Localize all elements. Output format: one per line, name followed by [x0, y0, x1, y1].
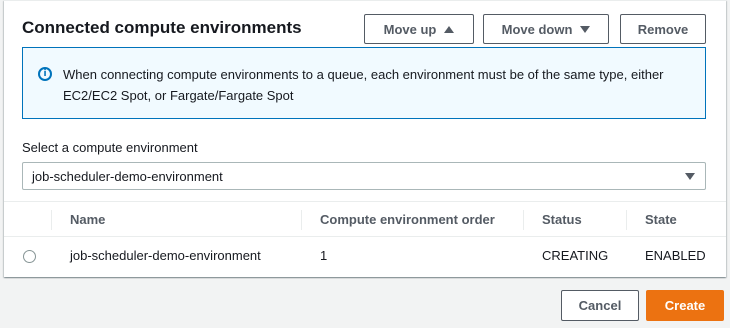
move-down-button[interactable]: Move down: [483, 14, 609, 44]
info-alert: i When connecting compute environments t…: [22, 47, 706, 119]
info-alert-text: When connecting compute environments to …: [63, 67, 664, 103]
cancel-label: Cancel: [578, 298, 622, 313]
select-value: job-scheduler-demo-environment: [32, 169, 223, 184]
create-button[interactable]: Create: [646, 290, 724, 321]
move-down-label: Move down: [501, 21, 573, 37]
move-up-button[interactable]: Move up: [364, 14, 474, 44]
caret-down-icon: [580, 25, 591, 33]
column-separator: [51, 210, 52, 230]
row-select-radio[interactable]: [23, 250, 36, 263]
column-header-status[interactable]: Status: [542, 212, 582, 227]
column-header-name[interactable]: Name: [70, 212, 105, 227]
compute-environments-table: Name Compute environment order Status St…: [4, 201, 726, 275]
remove-label: Remove: [637, 21, 689, 37]
panel-title: Connected compute environments: [22, 18, 302, 37]
select-compute-environment-label: Select a compute environment: [22, 140, 198, 155]
row-order: 1: [320, 248, 328, 263]
table-header: Name Compute environment order Status St…: [4, 201, 726, 237]
row-name: job-scheduler-demo-environment: [70, 248, 261, 263]
column-separator: [523, 210, 524, 230]
cancel-button[interactable]: Cancel: [561, 290, 639, 321]
column-separator: [301, 210, 302, 230]
row-status: CREATING: [542, 248, 609, 263]
caret-up-icon: [444, 25, 455, 33]
remove-button[interactable]: Remove: [620, 14, 706, 44]
compute-environment-select[interactable]: job-scheduler-demo-environment: [22, 162, 706, 190]
column-header-order[interactable]: Compute environment order: [320, 212, 495, 227]
create-label: Create: [664, 298, 706, 313]
move-up-label: Move up: [383, 21, 437, 37]
info-icon: i: [38, 67, 52, 81]
dropdown-caret-icon: [685, 173, 695, 180]
column-header-state[interactable]: State: [645, 212, 677, 227]
connected-compute-environments-panel: Connected compute environments Move up M…: [4, 0, 726, 277]
column-separator: [626, 210, 627, 230]
row-state: ENABLED: [645, 248, 706, 263]
table-row[interactable]: job-scheduler-demo-environment 1 CREATIN…: [4, 237, 726, 275]
